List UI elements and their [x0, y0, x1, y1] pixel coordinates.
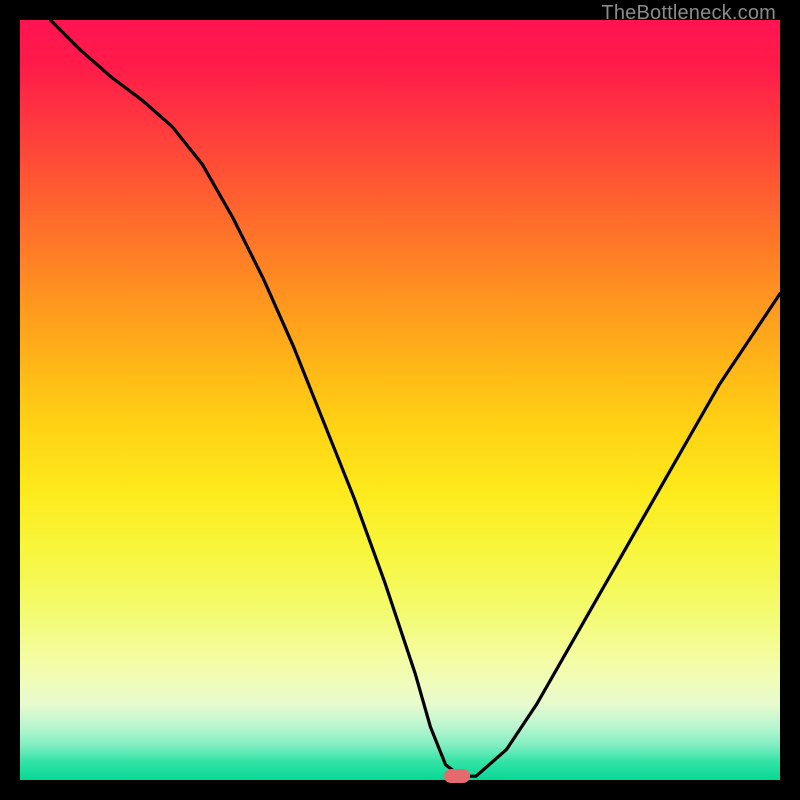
chart-frame	[20, 20, 780, 780]
optimal-point-marker	[444, 769, 470, 783]
chart-background-gradient	[20, 20, 780, 780]
